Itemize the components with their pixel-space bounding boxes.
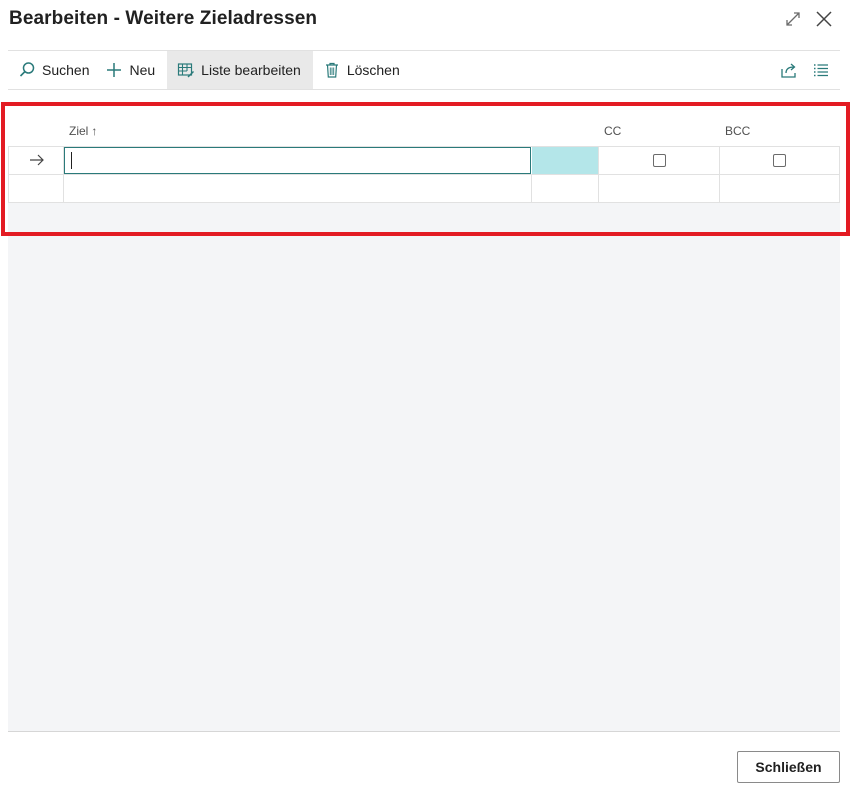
content-area: Ziel ↑ CC BCC: [8, 108, 840, 731]
close-button[interactable]: Schließen: [737, 751, 840, 783]
column-header-ziel[interactable]: Ziel ↑: [69, 124, 97, 138]
close-icon: [816, 11, 832, 27]
plus-icon: [105, 61, 123, 79]
delete-label: Löschen: [346, 62, 400, 78]
current-row-arrow-icon: [30, 154, 44, 166]
table-row[interactable]: [8, 174, 840, 203]
bcc-checkbox[interactable]: [773, 154, 786, 167]
row-indicator-cell: [8, 175, 64, 202]
edit-list-icon: [177, 61, 195, 79]
trash-icon: [323, 61, 341, 79]
bcc-cell[interactable]: [720, 175, 840, 202]
dialog: Bearbeiten - Weitere Zieladressen Suchen: [0, 0, 852, 792]
cc-cell[interactable]: [599, 175, 720, 202]
expand-button[interactable]: [782, 8, 804, 30]
delete-button[interactable]: Löschen: [313, 51, 412, 89]
dialog-title: Bearbeiten - Weitere Zieladressen: [9, 8, 318, 29]
edit-list-button[interactable]: Liste bearbeiten: [167, 51, 313, 89]
new-button[interactable]: Neu: [101, 51, 167, 89]
lookup-cell[interactable]: [532, 175, 599, 202]
cc-cell: [599, 147, 720, 174]
new-label: Neu: [129, 62, 156, 78]
share-icon[interactable]: [780, 61, 798, 79]
lookup-cell[interactable]: [532, 147, 599, 174]
search-icon: [18, 61, 36, 79]
row-indicator-cell: [8, 147, 64, 174]
edit-list-label: Liste bearbeiten: [201, 62, 301, 78]
bcc-cell: [720, 147, 840, 174]
ziel-input[interactable]: [64, 147, 531, 174]
cc-checkbox[interactable]: [653, 154, 666, 167]
ziel-cell[interactable]: [64, 175, 532, 202]
column-header-ziel-label: Ziel: [69, 124, 89, 138]
column-header-cc[interactable]: CC: [604, 124, 621, 138]
list-view-icon[interactable]: [812, 61, 830, 79]
action-bar: Suchen Neu Liste bearbeiten Löschen: [8, 50, 840, 90]
lines-grid: Ziel ↑ CC BCC: [8, 108, 840, 203]
search-label: Suchen: [42, 62, 90, 78]
footer-divider: [8, 731, 840, 732]
grid-header: Ziel ↑ CC BCC: [8, 108, 840, 146]
text-caret: [71, 152, 72, 169]
search-button[interactable]: Suchen: [8, 51, 101, 89]
column-header-bcc[interactable]: BCC: [725, 124, 750, 138]
close-dialog-button[interactable]: [813, 8, 835, 30]
right-actions: [780, 51, 840, 89]
sort-ascending-icon: ↑: [91, 124, 98, 138]
expand-icon: [786, 12, 800, 26]
table-row[interactable]: [8, 146, 840, 174]
